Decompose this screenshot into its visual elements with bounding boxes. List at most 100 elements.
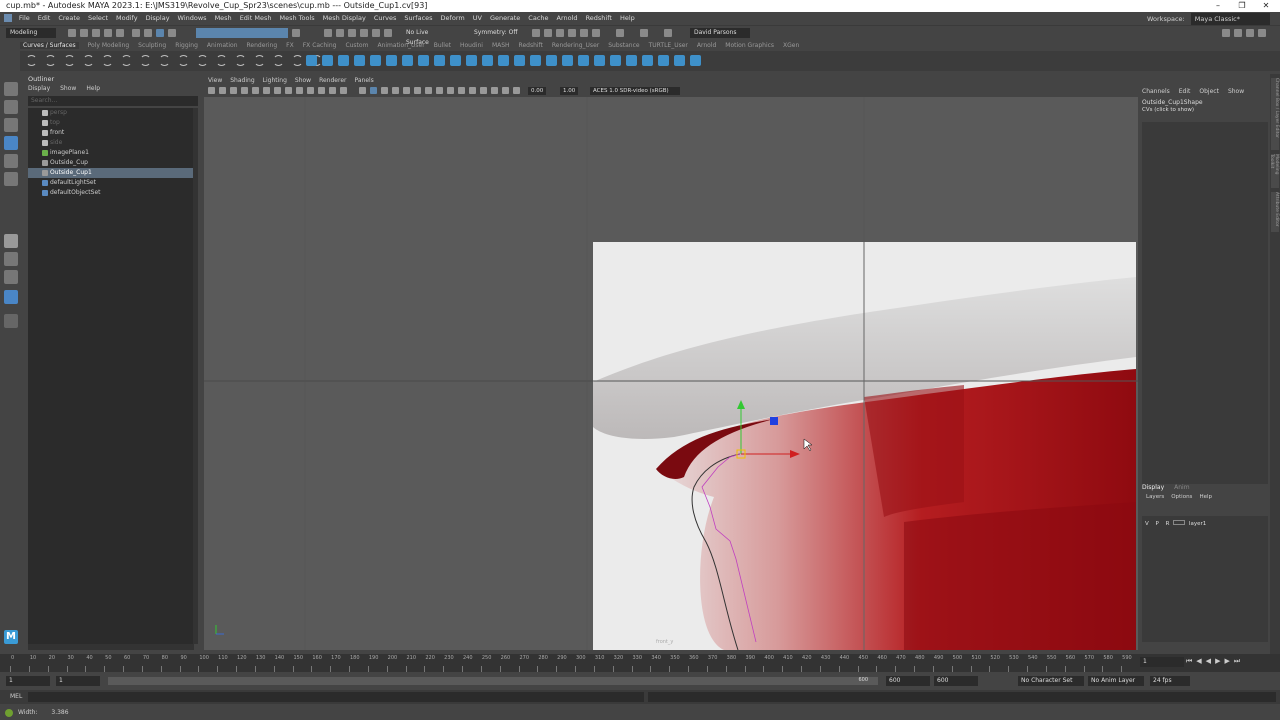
align-surface-icon[interactable] [642,55,653,66]
far-clip-field[interactable]: 1.00 [560,87,579,95]
select-object-icon[interactable] [144,29,152,37]
outliner-search-input[interactable]: Search... [28,96,198,106]
shelf-tab-rendering[interactable]: Rendering [247,42,278,49]
shelf-tab-houdini[interactable]: Houdini [460,42,483,49]
motion-blur-icon[interactable] [436,87,443,94]
menu-curves[interactable]: Curves [374,14,397,22]
bezier-curve-icon[interactable] [83,55,94,66]
side-tab-attribute-editor[interactable]: Attribute Editor [1271,192,1279,232]
outliner-item[interactable]: front [28,128,194,138]
grease-pencil-icon[interactable] [263,87,270,94]
viewport-menu-show[interactable]: Show [295,77,311,84]
redo-icon[interactable] [116,29,124,37]
shelf-tab-fx[interactable]: FX [286,42,294,49]
command-language-toggle[interactable]: MEL [10,693,22,700]
textured-icon[interactable] [392,87,399,94]
ambient-occlusion-icon[interactable] [425,87,432,94]
menu-redshift[interactable]: Redshift [586,14,612,22]
snap-lock-icon[interactable] [292,29,300,37]
symmetry-dropdown[interactable]: Symmetry: Off [470,28,528,38]
layer-name[interactable]: layer1 [1189,521,1206,527]
current-frame-field[interactable]: 1 [1140,657,1184,667]
layer-color-swatch[interactable] [1173,520,1186,525]
arc-curve-icon[interactable] [102,55,113,66]
menu-create[interactable]: Create [58,14,80,22]
new-scene-icon[interactable] [68,29,76,37]
anti-aliasing-icon[interactable] [447,87,454,94]
shelf-tab-curves-surfaces[interactable]: Curves / Surfaces [20,42,79,49]
user-account-dropdown[interactable]: David Parsons [690,28,750,38]
select-camera-icon[interactable] [208,87,215,94]
xray-joints-icon[interactable] [491,87,498,94]
curve-fillet-icon[interactable] [292,55,303,66]
channel-box-menu-channels[interactable]: Channels [1142,88,1170,95]
selection-mask-bar[interactable] [196,28,288,38]
square-curve-icon[interactable] [140,55,151,66]
shelf-tab-motion-graphics[interactable]: Motion Graphics [725,42,774,49]
shelf-tab-fx-caching[interactable]: FX Caching [303,42,337,49]
curve-extend-icon[interactable] [254,55,265,66]
layer-menu-options[interactable]: Options [1171,494,1192,500]
front-viewport[interactable]: front_y [204,97,1138,650]
rotate-tool-icon[interactable] [4,154,18,168]
range-slider[interactable]: 600 [108,677,878,685]
detach-curve-icon[interactable] [178,55,189,66]
minimize-icon[interactable]: – [1206,0,1230,12]
open-close-icon[interactable] [658,55,669,66]
detach-surface-icon[interactable] [626,55,637,66]
open-scene-icon[interactable] [80,29,88,37]
close-icon[interactable]: ✕ [1254,0,1278,12]
project-curve-icon[interactable] [546,55,557,66]
maya-logo-icon[interactable]: M [4,630,18,644]
layer-playback-toggle[interactable]: P [1156,521,1159,527]
shelf-tab-mash[interactable]: MASH [492,42,510,49]
playback-controls[interactable]: ⏮◀◀▶▶⏭ [1186,657,1244,666]
hypershade-icon[interactable] [580,29,588,37]
menu-help[interactable]: Help [620,14,635,22]
wireframe-icon[interactable] [359,87,366,94]
channel-box-icon[interactable] [1258,29,1266,37]
grid-toggle-icon[interactable] [274,87,281,94]
cvs-expand-label[interactable]: CVs (click to show) [1142,107,1194,113]
snap-surface-icon[interactable] [372,29,380,37]
select-tool-icon[interactable] [4,82,18,96]
outliner-item[interactable]: defaultObjectSet [28,188,194,198]
menu-uv[interactable]: UV [473,14,482,22]
outliner-item[interactable]: imagePlane1 [28,148,194,158]
fps-dropdown[interactable]: 24 fps [1150,676,1190,686]
lock-selection-icon[interactable] [168,29,176,37]
playback-start-field[interactable]: 1 [56,676,100,686]
intersect-icon[interactable] [562,55,573,66]
colorspace-dropdown[interactable]: ACES 1.0 SDR-video (sRGB) [590,87,680,95]
nurbs-cone-icon[interactable] [354,55,365,66]
bookmark-icon[interactable] [230,87,237,94]
gate-mask-icon[interactable] [307,87,314,94]
outliner-vertical-scrollbar[interactable] [193,108,198,644]
xray-icon[interactable] [480,87,487,94]
shelf-tab-rendering-user[interactable]: Rendering_User [552,42,599,49]
curve-reverse-icon[interactable] [235,55,246,66]
outliner-item[interactable]: Outside_Cup1 [28,168,194,178]
snap-view-icon[interactable] [360,29,368,37]
layer-tab-anim[interactable]: Anim [1174,484,1189,491]
exposure-icon[interactable] [513,87,520,94]
menu-surfaces[interactable]: Surfaces [404,14,432,22]
undo-icon[interactable] [104,29,112,37]
lasso-tool-icon[interactable] [4,100,18,114]
image-plane-toggle-icon[interactable] [241,87,248,94]
lights-icon[interactable] [403,87,410,94]
menu-deform[interactable]: Deform [441,14,465,22]
menu-display[interactable]: Display [146,14,170,22]
time-slider[interactable]: 1 ⏮◀◀▶▶⏭ 0 10 20 30 40 50 60 70 80 90 100 110 120 130… [0,654,1280,672]
near-clip-field[interactable]: 0.00 [528,87,547,95]
safe-action-icon[interactable] [329,87,336,94]
shelf-tab-sculpting[interactable]: Sculpting [138,42,166,49]
shelf-tab-bullet[interactable]: Bullet [434,42,451,49]
viewport-menu-panels[interactable]: Panels [354,77,373,84]
layer-row[interactable]: V P R layer1 [1145,520,1206,527]
untrim-icon[interactable] [594,55,605,66]
ipr-render-icon[interactable] [556,29,564,37]
modeling-toolkit-icon[interactable] [1222,29,1230,37]
resolution-gate-icon[interactable] [296,87,303,94]
side-tab-modeling-toolkit[interactable]: Modeling Toolkit [1269,154,1279,188]
